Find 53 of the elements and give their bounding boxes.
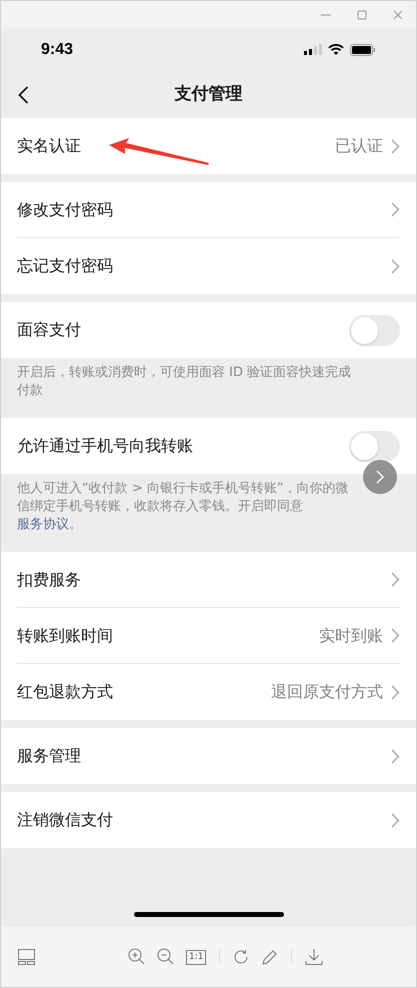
hint-text: 他人可进入“收付款 > 向银行卡或手机号转账”，向你的微信绑定手机号转账，收款将存入零钱。开启即同意 服务协议。	[17, 480, 350, 534]
settings-row[interactable]: 转账到账时间 实时到账	[1, 608, 416, 664]
row-label: 忘记支付密码	[17, 255, 113, 277]
row-label: 面容支付	[17, 319, 81, 341]
chevron-right-icon	[391, 628, 400, 643]
settings-row[interactable]: 服务管理	[1, 728, 416, 784]
settings-row[interactable]: 实名认证 已认证	[1, 118, 416, 174]
page-title: 支付管理	[174, 82, 242, 106]
row-label: 转账到账时间	[17, 624, 113, 646]
chevron-right-icon	[391, 138, 400, 154]
settings-row[interactable]: 修改支付密码	[1, 182, 416, 238]
layout-icon[interactable]	[18, 949, 35, 965]
wifi-icon	[328, 44, 344, 56]
floating-next-button[interactable]	[363, 460, 397, 494]
maximize-icon[interactable]	[357, 10, 367, 20]
download-icon[interactable]	[305, 949, 324, 965]
actual-size-button[interactable]: 1:1	[186, 950, 206, 964]
status-time: 9:43	[41, 40, 74, 60]
zoom-in-icon[interactable]	[128, 948, 146, 966]
settings-row[interactable]: 允许通过手机号向我转账	[1, 418, 416, 474]
settings-row[interactable]: 红包退款方式 退回原支付方式	[1, 664, 416, 720]
row-label: 允许通过手机号向我转账	[17, 435, 193, 457]
row-label: 扣费服务	[17, 568, 81, 590]
toggle-switch[interactable]	[349, 314, 400, 346]
pencil-icon[interactable]	[262, 949, 278, 965]
chevron-right-icon	[391, 684, 400, 700]
service-agreement-link[interactable]: 服务协议	[17, 517, 69, 532]
chevron-right-icon	[376, 470, 384, 484]
row-label: 注销微信支付	[17, 809, 113, 831]
settings-row[interactable]: 注销微信支付	[1, 792, 416, 848]
settings-row[interactable]: 忘记支付密码	[1, 238, 416, 294]
row-label: 实名认证	[17, 135, 81, 157]
zoom-out-icon[interactable]	[157, 948, 175, 966]
row-label: 红包退款方式	[17, 681, 113, 703]
chevron-right-icon	[391, 572, 400, 587]
chevron-right-icon	[391, 812, 400, 828]
rotate-icon[interactable]	[233, 949, 250, 965]
row-label: 修改支付密码	[17, 198, 113, 220]
chevron-right-icon	[391, 202, 400, 217]
row-value: 退回原支付方式	[271, 681, 383, 703]
close-icon[interactable]	[393, 10, 403, 20]
signal-icon	[304, 44, 322, 55]
row-value: 实时到账	[319, 624, 383, 646]
battery-icon	[350, 44, 376, 56]
row-value: 已认证	[335, 135, 383, 157]
chevron-right-icon	[391, 748, 400, 764]
chevron-right-icon	[391, 258, 400, 274]
settings-row[interactable]: 面容支付	[1, 302, 416, 358]
row-label: 服务管理	[17, 745, 81, 767]
settings-row[interactable]: 扣费服务	[1, 552, 416, 608]
toggle-switch[interactable]	[349, 430, 400, 462]
back-icon[interactable]	[18, 86, 29, 104]
hint-text: 开启后，转账或消费时，可使用面容 ID 验证面容快速完成付款	[17, 364, 352, 400]
